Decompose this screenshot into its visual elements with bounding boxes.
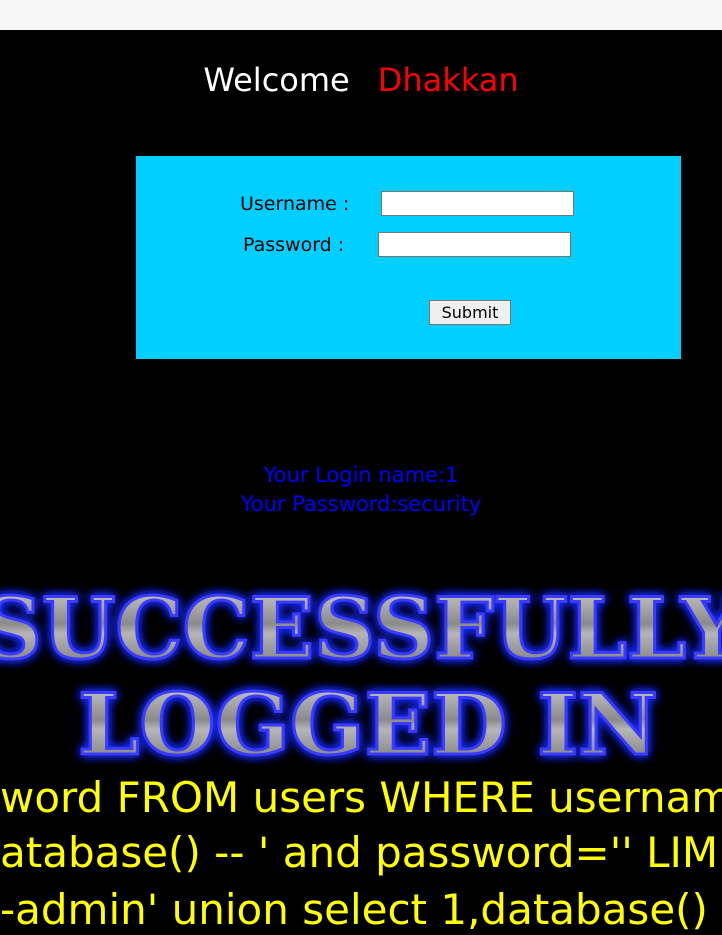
welcome-user-name: Dhakkan bbox=[377, 61, 519, 99]
submit-button[interactable]: Submit bbox=[429, 300, 511, 325]
sql-query-line-3: -admin' union select 1,database() - bbox=[0, 885, 722, 934]
banner-line-1: SUCCESSFULLY bbox=[0, 579, 722, 678]
welcome-heading: Welcome Dhakkan bbox=[0, 58, 722, 102]
banner-line-2: LOGGED IN bbox=[78, 675, 658, 768]
password-label: Password : bbox=[243, 234, 345, 256]
username-label: Username : bbox=[240, 193, 350, 215]
sql-query-line-2: atabase() -- ' and password='' LIMIT bbox=[0, 828, 722, 877]
username-input[interactable] bbox=[381, 191, 574, 216]
login-form: Username : Password : Submit bbox=[136, 156, 681, 359]
sql-query-line-1: word FROM users WHERE usernam bbox=[0, 773, 722, 822]
password-result: Your Password:security bbox=[240, 492, 482, 516]
welcome-text: Welcome bbox=[203, 61, 350, 99]
browser-top-bar bbox=[0, 0, 722, 30]
login-name-result: Your Login name:1 bbox=[263, 463, 459, 487]
password-input[interactable] bbox=[378, 232, 571, 257]
successfully-logged-in-banner: SUCCESSFULLY LOGGED IN bbox=[0, 578, 722, 768]
